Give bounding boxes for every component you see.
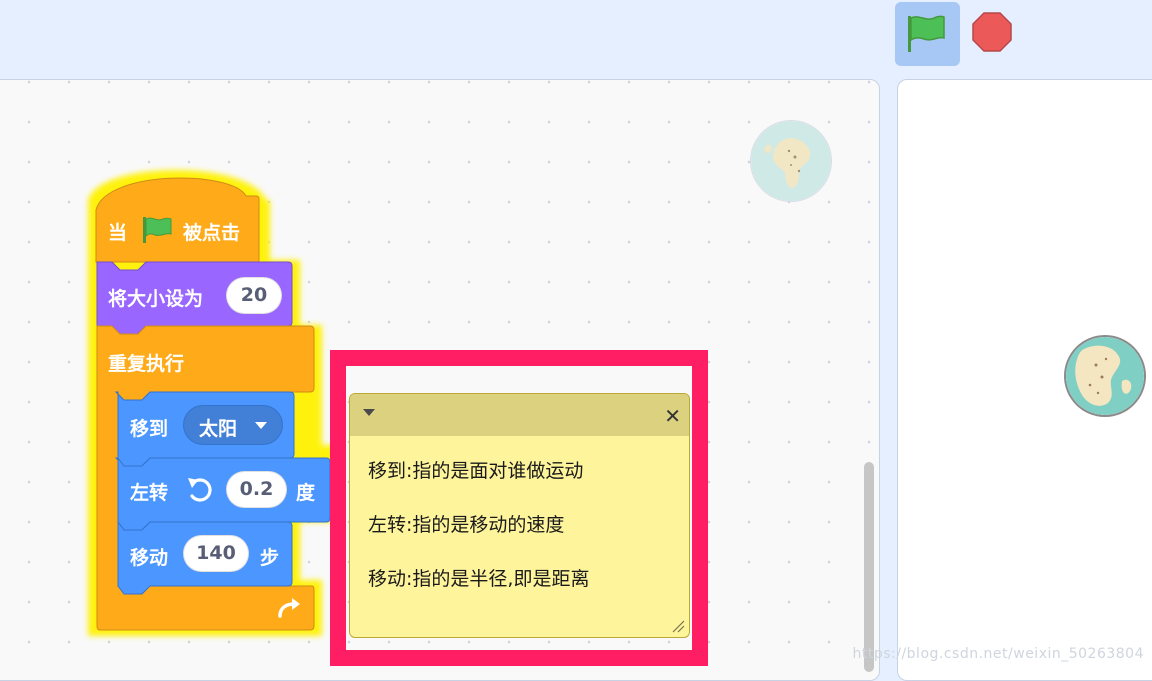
steps-unit-label: 步: [260, 547, 280, 569]
turn-degrees-input[interactable]: 0.2: [226, 471, 287, 508]
forever-label: 重复执行: [108, 353, 185, 375]
hat-prefix-label: 当: [108, 222, 128, 244]
green-flag-icon: [908, 15, 945, 52]
set-size-label: 将大小设为: [108, 288, 204, 310]
hat-suffix-label: 被点击: [183, 222, 241, 244]
go-to-label: 移到: [130, 418, 169, 440]
comment-header[interactable]: ✕: [350, 394, 689, 436]
move-label: 移动: [130, 547, 169, 569]
go-to-target-value: 太阳: [199, 418, 238, 440]
stop-button[interactable]: [972, 12, 1012, 52]
collapse-triangle-icon[interactable]: [362, 408, 376, 418]
comment-note[interactable]: ✕ 移到:指的是面对谁做运动 左转:指的是移动的速度 移动:指的是半径,即是距离: [349, 393, 690, 638]
comment-line-1: 移到:指的是面对谁做运动: [368, 460, 584, 482]
chevron-down-icon: [255, 422, 267, 429]
degrees-unit-label: 度: [296, 482, 316, 504]
turn-left-label: 左转: [130, 482, 169, 504]
comment-line-3: 移动:指的是半径,即是距离: [368, 568, 590, 590]
workspace-scrollbar[interactable]: [864, 462, 874, 672]
earth-sprite[interactable]: [1066, 337, 1144, 415]
comment-line-2: 左转:指的是移动的速度: [368, 514, 565, 536]
sprite-thumbnail[interactable]: [751, 121, 831, 201]
go-to-target-dropdown[interactable]: 太阳: [183, 405, 283, 445]
size-value-input[interactable]: 20: [226, 277, 282, 314]
close-icon[interactable]: ✕: [664, 404, 681, 428]
earth-globe-icon: [1066, 337, 1144, 415]
stop-sign-icon: [972, 12, 1012, 52]
move-steps-input[interactable]: 140: [183, 535, 249, 572]
watermark-text: https://blog.csdn.net/weixin_50263804: [852, 646, 1144, 662]
green-flag-button[interactable]: [895, 2, 960, 66]
resize-handle-icon[interactable]: [671, 619, 685, 633]
earth-globe-icon: [751, 121, 831, 201]
